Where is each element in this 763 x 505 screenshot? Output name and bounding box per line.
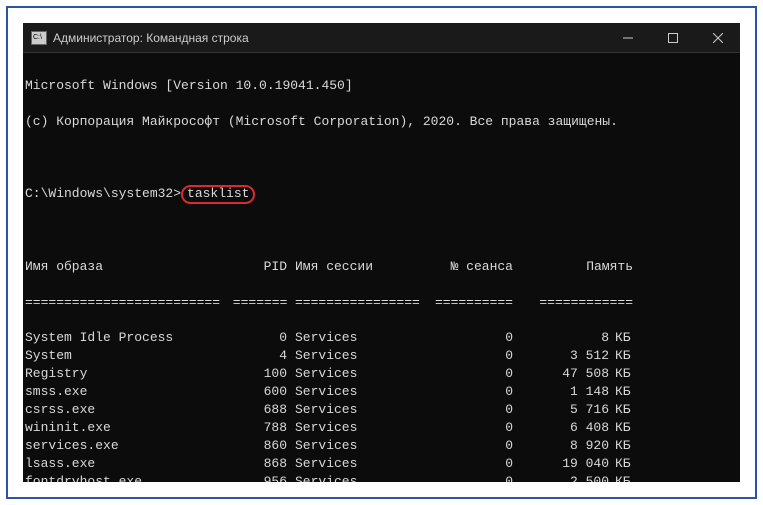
- table-row: csrss.exe688Services05 716КБ: [25, 401, 738, 419]
- table-row: Registry100Services047 508КБ: [25, 365, 738, 383]
- cell-mem: 2 500: [513, 473, 609, 482]
- cell-pid: 860: [225, 437, 287, 455]
- close-icon: [713, 33, 723, 43]
- cell-session: Services: [287, 401, 417, 419]
- cmd-icon: [31, 31, 47, 45]
- cell-pid: 788: [225, 419, 287, 437]
- table-row: services.exe860Services08 920КБ: [25, 437, 738, 455]
- blank-line: [25, 222, 738, 240]
- col-header-no: № сеанса: [417, 258, 513, 276]
- maximize-button[interactable]: [650, 23, 695, 53]
- cell-no: 0: [417, 401, 513, 419]
- copyright-line: (c) Корпорация Майкрософт (Microsoft Cor…: [25, 113, 738, 131]
- prompt-line: C:\Windows\system32> tasklist: [25, 185, 738, 204]
- cell-name: Registry: [25, 365, 225, 383]
- cell-unit: КБ: [609, 383, 633, 401]
- cell-no: 0: [417, 473, 513, 482]
- table-row: smss.exe600Services01 148КБ: [25, 383, 738, 401]
- cell-mem: 8: [513, 329, 609, 347]
- cell-pid: 688: [225, 401, 287, 419]
- cell-name: csrss.exe: [25, 401, 225, 419]
- cell-no: 0: [417, 329, 513, 347]
- cell-pid: 600: [225, 383, 287, 401]
- cell-pid: 868: [225, 455, 287, 473]
- cell-unit: КБ: [609, 473, 633, 482]
- table-row: lsass.exe868Services019 040КБ: [25, 455, 738, 473]
- cell-session: Services: [287, 473, 417, 482]
- cell-unit: КБ: [609, 365, 633, 383]
- cell-session: Services: [287, 437, 417, 455]
- titlebar-left: Администратор: Командная строка: [23, 31, 249, 45]
- cell-mem: 47 508: [513, 365, 609, 383]
- table-row: fontdrvhost.exe956Services02 500КБ: [25, 473, 738, 482]
- titlebar[interactable]: Администратор: Командная строка: [23, 23, 740, 53]
- cell-no: 0: [417, 437, 513, 455]
- cell-mem: 1 148: [513, 383, 609, 401]
- cell-session: Services: [287, 347, 417, 365]
- cell-name: lsass.exe: [25, 455, 225, 473]
- cell-unit: КБ: [609, 437, 633, 455]
- cell-session: Services: [287, 383, 417, 401]
- cell-no: 0: [417, 383, 513, 401]
- cell-name: System Idle Process: [25, 329, 225, 347]
- cell-unit: КБ: [609, 455, 633, 473]
- table-separator: ========================= ======= ======…: [25, 294, 738, 312]
- cell-session: Services: [287, 329, 417, 347]
- table-body: System Idle Process0Services08КБSystem4S…: [25, 329, 738, 482]
- cell-pid: 0: [225, 329, 287, 347]
- cell-name: System: [25, 347, 225, 365]
- prompt-path: C:\Windows\system32>: [25, 186, 181, 201]
- table-row: System Idle Process0Services08КБ: [25, 329, 738, 347]
- cell-name: fontdrvhost.exe: [25, 473, 225, 482]
- cell-name: wininit.exe: [25, 419, 225, 437]
- cell-unit: КБ: [609, 329, 633, 347]
- minimize-button[interactable]: [605, 23, 650, 53]
- cell-pid: 4: [225, 347, 287, 365]
- command-text: tasklist: [187, 186, 249, 201]
- cell-no: 0: [417, 347, 513, 365]
- version-line: Microsoft Windows [Version 10.0.19041.45…: [25, 77, 738, 95]
- window-controls: [605, 23, 740, 53]
- cell-pid: 100: [225, 365, 287, 383]
- col-header-pid: PID: [225, 258, 287, 276]
- command-highlight: tasklist: [181, 185, 255, 204]
- table-header: Имя образа PID Имя сессии № сеанса Памят…: [25, 258, 738, 276]
- cell-mem: 6 408: [513, 419, 609, 437]
- cell-unit: КБ: [609, 347, 633, 365]
- window-title: Администратор: Командная строка: [53, 31, 249, 45]
- cell-session: Services: [287, 365, 417, 383]
- cell-name: services.exe: [25, 437, 225, 455]
- cell-no: 0: [417, 419, 513, 437]
- table-row: System4Services03 512КБ: [25, 347, 738, 365]
- cell-pid: 956: [225, 473, 287, 482]
- cell-name: smss.exe: [25, 383, 225, 401]
- minimize-icon: [623, 33, 633, 43]
- cell-no: 0: [417, 455, 513, 473]
- col-header-mem: Память: [513, 258, 633, 276]
- cell-unit: КБ: [609, 419, 633, 437]
- console-output[interactable]: Microsoft Windows [Version 10.0.19041.45…: [23, 53, 740, 482]
- table-row: wininit.exe788Services06 408КБ: [25, 419, 738, 437]
- cmd-window: Администратор: Командная строка Microsof…: [23, 23, 740, 482]
- cell-session: Services: [287, 419, 417, 437]
- blank-line: [25, 149, 738, 167]
- col-header-name: Имя образа: [25, 258, 225, 276]
- maximize-icon: [668, 33, 678, 43]
- cell-mem: 8 920: [513, 437, 609, 455]
- cell-unit: КБ: [609, 401, 633, 419]
- cell-mem: 3 512: [513, 347, 609, 365]
- cell-session: Services: [287, 455, 417, 473]
- cell-no: 0: [417, 365, 513, 383]
- col-header-session: Имя сессии: [287, 258, 417, 276]
- cell-mem: 19 040: [513, 455, 609, 473]
- close-button[interactable]: [695, 23, 740, 53]
- cell-mem: 5 716: [513, 401, 609, 419]
